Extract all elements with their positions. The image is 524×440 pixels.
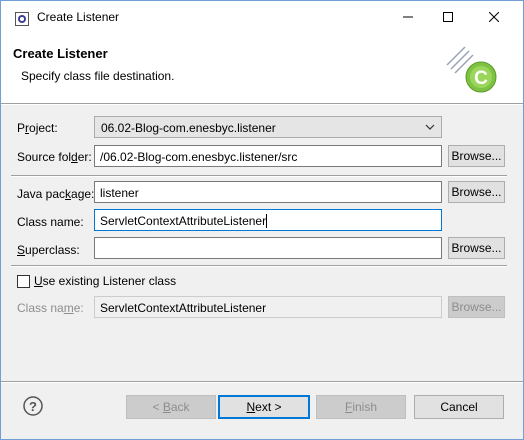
- section-separator-2: [11, 265, 507, 267]
- close-icon: [489, 12, 499, 22]
- title-bar: Create Listener: [1, 1, 523, 33]
- source-folder-input[interactable]: /06.02-Blog-com.enesbyc.listener/src: [94, 145, 442, 167]
- class-name-label: Class name:: [17, 215, 84, 229]
- superclass-input[interactable]: [94, 237, 442, 259]
- superclass-browse-button[interactable]: Browse...: [448, 237, 505, 259]
- create-listener-dialog: Create Listener Create Listener Specify …: [0, 0, 524, 440]
- maximize-button[interactable]: [425, 1, 471, 33]
- java-package-input[interactable]: listener: [94, 181, 442, 203]
- source-folder-label: Source folder:: [17, 150, 92, 164]
- cancel-button[interactable]: Cancel: [414, 395, 504, 419]
- next-button[interactable]: Next >: [218, 395, 310, 419]
- existing-class-name-label: Class name:: [17, 301, 84, 315]
- class-name-input[interactable]: ServletContextAttributeListener: [94, 209, 442, 231]
- java-package-label: Java package:: [17, 187, 95, 201]
- window-title: Create Listener: [37, 10, 120, 24]
- project-label: Project:: [17, 121, 58, 135]
- new-class-wizard-icon: C: [446, 46, 497, 93]
- project-combo-value: 06.02-Blog-com.enesbyc.listener: [101, 121, 276, 135]
- chevron-down-icon: [425, 124, 435, 130]
- back-button[interactable]: < Back: [126, 395, 216, 419]
- source-folder-browse-button[interactable]: Browse...: [448, 145, 505, 167]
- superclass-label: Superclass:: [17, 243, 80, 257]
- java-package-browse-button[interactable]: Browse...: [448, 181, 505, 203]
- svg-text:C: C: [474, 68, 488, 89]
- finish-button[interactable]: Finish: [316, 395, 406, 419]
- help-icon[interactable]: ?: [23, 396, 43, 416]
- banner-title: Create Listener: [13, 46, 108, 61]
- section-separator-1: [11, 175, 507, 177]
- text-cursor: [266, 214, 268, 228]
- banner-separator: [1, 103, 523, 105]
- project-combo[interactable]: 06.02-Blog-com.enesbyc.listener: [94, 116, 442, 138]
- use-existing-label: Use existing Listener class: [34, 274, 177, 288]
- banner-subtitle: Specify class file destination.: [21, 69, 175, 83]
- existing-class-browse-button[interactable]: Browse...: [448, 296, 505, 318]
- use-existing-checkbox[interactable]: [17, 275, 30, 288]
- eclipse-app-icon: [15, 12, 29, 26]
- existing-class-name-input[interactable]: ServletContextAttributeListener: [94, 296, 442, 318]
- svg-text:?: ?: [29, 399, 37, 414]
- minimize-icon: [403, 16, 413, 18]
- footer-separator: [1, 381, 523, 383]
- maximize-icon: [443, 12, 453, 22]
- close-button[interactable]: [471, 1, 517, 33]
